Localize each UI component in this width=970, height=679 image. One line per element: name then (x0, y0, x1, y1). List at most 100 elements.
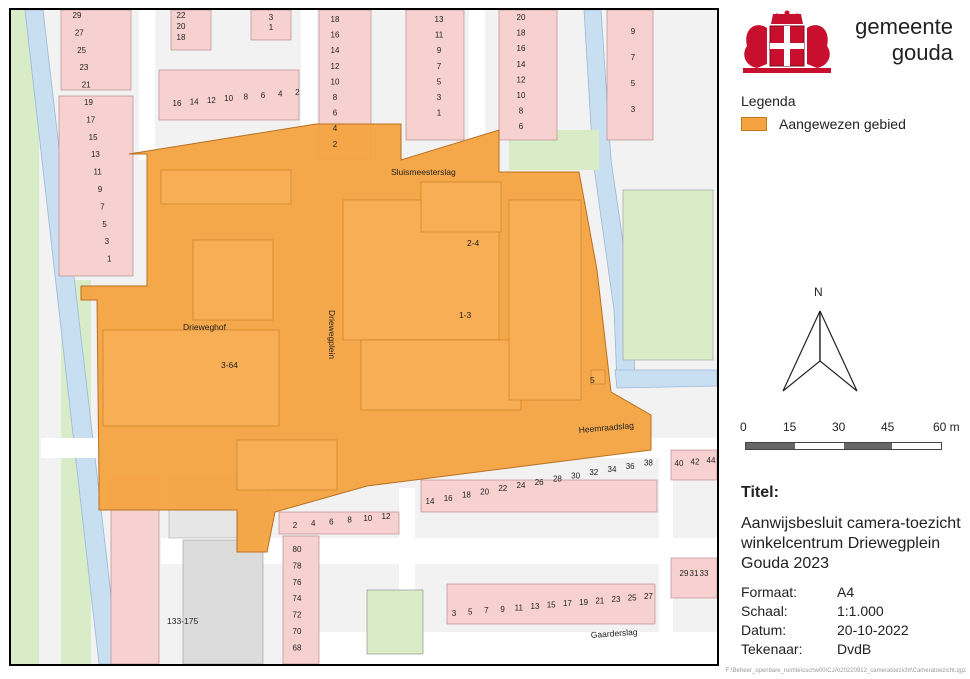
house-number: 1 (107, 255, 112, 264)
house-number: 5 (437, 77, 442, 86)
legend-swatch (741, 117, 767, 131)
house-number: 19 (84, 98, 93, 107)
house-number: 3 (452, 609, 457, 618)
scale-bar: 0 15 30 45 60 m (739, 420, 964, 460)
house-number: 24 (517, 481, 526, 490)
house-number: 34 (608, 465, 617, 474)
building-label-2-4: 2-4 (467, 238, 480, 248)
scale-tick-0: 0 (740, 420, 747, 434)
house-number: 9 (98, 185, 103, 194)
house-number: 27 (644, 592, 653, 601)
scale-bar-segments (745, 442, 942, 450)
house-number: 20 (517, 13, 526, 22)
house-number: 10 (224, 94, 233, 103)
house-number: 3 (437, 93, 442, 102)
green-square (366, 589, 424, 655)
house-number: 70 (293, 627, 302, 636)
house-number: 76 (293, 578, 302, 587)
map-canvas[interactable]: Sluismeesterslag Driewegplein Heemraadsl… (9, 8, 719, 666)
house-number: 32 (589, 468, 598, 477)
building-label-133-175: 133-175 (167, 616, 198, 626)
info-description: Aanwijsbesluit camera-toezicht winkelcen… (741, 515, 961, 572)
house-number: 22 (177, 11, 186, 20)
house-number: 8 (519, 107, 524, 116)
house-number: 15 (89, 133, 98, 142)
building-label-5: 5 (590, 375, 595, 385)
house-number: 17 (563, 599, 572, 608)
house-number: 21 (82, 81, 91, 90)
house-number: 1 (437, 109, 442, 118)
house-number: 12 (382, 512, 391, 521)
house-number: 68 (293, 643, 302, 652)
house-number: 80 (293, 545, 302, 554)
house-number: 2 (333, 140, 338, 149)
house-number: 30 (571, 471, 580, 480)
scale-tick-15: 15 (783, 420, 797, 434)
info-row-scale: Schaal: 1:1.000 (741, 603, 909, 622)
house-number: 8 (347, 516, 352, 525)
municipality-logo (737, 10, 837, 76)
house-number: 74 (293, 594, 302, 603)
municipality-name: gemeente gouda (845, 14, 953, 66)
house-number: 7 (100, 202, 105, 211)
road-vertical-2 (301, 10, 317, 140)
house-number: 7 (484, 606, 489, 615)
house-number: 1 (269, 23, 274, 32)
road-vertical-5 (659, 450, 673, 664)
house-number: 44 (707, 456, 716, 465)
house-number: 18 (331, 15, 340, 24)
info-value: 1:1.000 (837, 603, 884, 619)
house-number: 5 (631, 79, 636, 88)
scale-tick-45: 45 (881, 420, 895, 434)
house-number: 38 (644, 459, 653, 468)
house-number: 19 (579, 598, 588, 607)
house-number: 14 (331, 46, 340, 55)
house-number: 22 (498, 484, 507, 493)
house-number: 13 (531, 602, 540, 611)
house-number: 16 (331, 31, 340, 40)
scale-tick-60: 60 m (933, 420, 960, 434)
house-number: 18 (177, 33, 186, 42)
street-label-driewegplein: Driewegplein (327, 310, 337, 359)
info-key: Formaat: (741, 584, 798, 600)
house-number: 17 (86, 115, 95, 124)
info-value: DvdB (837, 641, 872, 657)
house-number: 25 (628, 594, 637, 603)
house-number: 18 (462, 491, 471, 500)
info-rows: Formaat: A4 Schaal: 1:1.000 Datum: 20-10-20… (741, 584, 909, 660)
house-number: 2 (295, 88, 300, 97)
road-vertical-3 (469, 10, 485, 140)
house-number: 4 (278, 89, 283, 98)
house-number: 36 (626, 462, 635, 471)
house-number: 8 (244, 93, 249, 102)
house-number: 16 (444, 494, 453, 503)
file-path-footer: F:\Beheer_openbare_ruimte\cschw00\CJA\20… (725, 668, 966, 674)
house-number: 12 (331, 62, 340, 71)
road-vertical-1 (139, 10, 155, 160)
house-number: 20 (480, 487, 489, 496)
municipality-name-line1: gemeente (855, 14, 953, 39)
house-number: 16 (517, 44, 526, 53)
house-number: 11 (515, 603, 524, 612)
info-value: A4 (837, 584, 855, 600)
info-title: Titel: (741, 484, 779, 501)
street-label-sluismeesterslag: Sluismeesterslag (391, 167, 456, 177)
north-arrow-icon (782, 310, 858, 392)
house-number: 9 (437, 46, 442, 55)
house-number: 8 (333, 93, 338, 102)
scale-tick-30: 30 (832, 420, 846, 434)
house-number: 42 (691, 458, 700, 467)
municipality-name-line2: gouda (891, 40, 953, 65)
house-number: 23 (79, 63, 88, 72)
info-key: Schaal: (741, 603, 788, 619)
house-number: 13 (91, 150, 100, 159)
house-number: 3 (269, 13, 274, 22)
side-panel: gemeente gouda Legenda Aangewezen gebied… (725, 0, 970, 679)
info-value: 20-10-2022 (837, 622, 909, 638)
house-number: 11 (435, 31, 444, 40)
green-right-field (622, 189, 714, 361)
coat-of-arms-icon (743, 10, 831, 73)
house-number: 28 (553, 475, 562, 484)
canal-right-bend (614, 369, 717, 389)
house-number: 16 (173, 99, 182, 108)
